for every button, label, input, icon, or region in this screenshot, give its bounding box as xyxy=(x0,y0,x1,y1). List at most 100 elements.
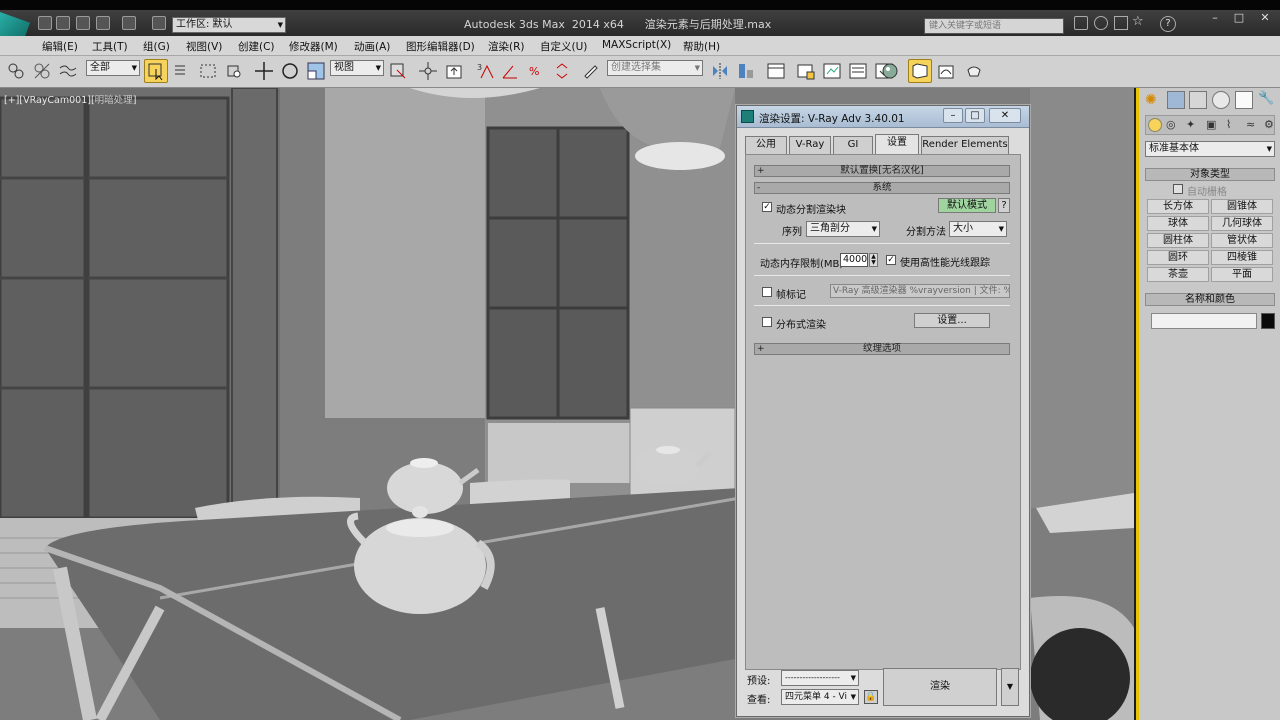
frame-stamp-checkbox[interactable] xyxy=(762,287,772,297)
cylinder-button[interactable]: 圆柱体 xyxy=(1147,233,1209,248)
create-tab-icon[interactable]: ✺ xyxy=(1145,92,1161,108)
viewport-label[interactable]: [+][VRayCam001][明暗处理] xyxy=(4,92,136,106)
menu-edit[interactable]: 编辑(E) xyxy=(42,39,78,54)
save-file-icon[interactable] xyxy=(76,16,90,30)
tab-settings[interactable]: 设置 xyxy=(875,134,919,155)
distributed-render-checkbox[interactable] xyxy=(762,317,772,327)
spinner-snap-icon[interactable] xyxy=(550,59,574,83)
menu-tools[interactable]: 工具(T) xyxy=(92,39,128,54)
rollout-texture-options[interactable]: + 纹理选项 xyxy=(754,343,1010,355)
align-icon[interactable] xyxy=(734,59,758,83)
rect-selection-region-icon[interactable] xyxy=(196,59,220,83)
material-editor-icon[interactable] xyxy=(878,59,902,83)
frame-stamp-input[interactable]: V-Ray 高级渲染器 %vrayversion | 文件: % xyxy=(830,284,1010,298)
preset-select[interactable]: ------------------- xyxy=(781,670,859,686)
rendered-frame-window-icon[interactable] xyxy=(934,59,958,83)
tube-button[interactable]: 管状体 xyxy=(1211,233,1273,248)
viewport-label-camera[interactable]: [+][VRayCam001][ xyxy=(4,95,95,106)
plane-button[interactable]: 平面 xyxy=(1211,267,1273,282)
dialog-title-bar[interactable]: 渲染设置: V-Ray Adv 3.40.01 – □ ✕ xyxy=(737,106,1029,128)
percent-snap-icon[interactable]: % xyxy=(524,59,548,83)
binoculars-icon[interactable] xyxy=(1074,16,1088,30)
new-file-icon[interactable] xyxy=(38,16,52,30)
tab-render-elements[interactable]: Render Elements xyxy=(921,136,1009,154)
move-icon[interactable] xyxy=(252,59,276,83)
help-icon[interactable]: ? xyxy=(1160,16,1176,32)
bind-space-warp-icon[interactable] xyxy=(56,59,80,83)
select-link-icon[interactable] xyxy=(4,59,28,83)
select-by-name-icon[interactable] xyxy=(170,59,194,83)
lock-view-icon[interactable]: 🔒 xyxy=(864,690,878,704)
cameras-icon[interactable]: ▣ xyxy=(1206,118,1220,132)
box-button[interactable]: 长方体 xyxy=(1147,199,1209,214)
sphere-button[interactable]: 球体 xyxy=(1147,216,1209,231)
mirror-icon[interactable] xyxy=(708,59,732,83)
dialog-close-button[interactable]: ✕ xyxy=(989,108,1021,123)
menu-rendering[interactable]: 渲染(R) xyxy=(488,39,525,54)
autogrid-checkbox[interactable] xyxy=(1173,184,1183,194)
systems-icon[interactable]: ⚙ xyxy=(1264,118,1278,132)
dynamic-memory-spinner[interactable]: ▲ ▼ xyxy=(869,253,878,267)
render-production-icon[interactable] xyxy=(962,59,986,83)
menu-customize[interactable]: 自定义(U) xyxy=(540,39,587,54)
scale-icon[interactable] xyxy=(304,59,328,83)
utilities-tab-icon[interactable]: 🔧 xyxy=(1258,91,1276,109)
select-manipulate-icon[interactable] xyxy=(416,59,440,83)
render-mode-dropdown[interactable]: ▼ xyxy=(1001,668,1019,706)
maximize-window-button[interactable]: □ xyxy=(1230,12,1248,24)
window-crossing-icon[interactable] xyxy=(222,59,246,83)
key-icon[interactable] xyxy=(1094,16,1108,30)
rotate-icon[interactable] xyxy=(278,59,302,83)
redo-icon[interactable] xyxy=(122,16,136,30)
object-category-select[interactable]: 标准基本体 xyxy=(1145,141,1275,157)
search-input[interactable]: 键入关键字或短语 xyxy=(924,18,1064,34)
distributed-settings-button[interactable]: 设置... xyxy=(914,313,990,328)
graphite-ribbon-icon[interactable] xyxy=(820,59,844,83)
named-selection-set-input[interactable]: 创建选择集 xyxy=(607,60,703,76)
split-method-select[interactable]: 大小 xyxy=(949,221,1007,237)
menu-views[interactable]: 视图(V) xyxy=(186,39,222,54)
tab-common[interactable]: 公用 xyxy=(745,136,787,154)
default-mode-button[interactable]: 默认模式 xyxy=(938,198,996,213)
angle-snap-icon[interactable] xyxy=(498,59,522,83)
select-object-icon[interactable] xyxy=(144,59,168,83)
dynamic-memory-input[interactable]: 4000 xyxy=(840,253,868,267)
modify-tab-icon[interactable] xyxy=(1167,91,1185,109)
keyboard-shortcut-override-icon[interactable] xyxy=(442,59,466,83)
cone-button[interactable]: 圆锥体 xyxy=(1211,199,1273,214)
menu-graph-editors[interactable]: 图形编辑器(D) xyxy=(406,39,475,54)
motion-tab-icon[interactable] xyxy=(1212,91,1230,109)
object-color-swatch[interactable] xyxy=(1261,313,1275,329)
dialog-minimize-button[interactable]: – xyxy=(943,108,963,123)
menu-help[interactable]: 帮助(H) xyxy=(683,39,720,54)
unlink-icon[interactable] xyxy=(30,59,54,83)
geosphere-button[interactable]: 几何球体 xyxy=(1211,216,1273,231)
undo-icon[interactable] xyxy=(96,16,110,30)
torus-button[interactable]: 圆环 xyxy=(1147,250,1209,265)
dynamic-split-checkbox[interactable]: ✓ xyxy=(762,202,772,212)
display-tab-icon[interactable] xyxy=(1235,91,1253,109)
shapes-icon[interactable]: ◎ xyxy=(1166,118,1180,132)
workspace-select[interactable]: 工作区: 默认 xyxy=(172,17,286,33)
edit-named-sets-icon[interactable] xyxy=(580,59,604,83)
menu-modifiers[interactable]: 修改器(M) xyxy=(289,39,338,54)
sequence-select[interactable]: 三角剖分 xyxy=(806,221,880,237)
menu-maxscript[interactable]: MAXScript(X) xyxy=(602,39,671,51)
render-setup-icon[interactable] xyxy=(908,59,932,83)
menu-group[interactable]: 组(G) xyxy=(143,39,170,54)
reference-coord-select[interactable]: 视图 xyxy=(330,60,384,76)
helpers-icon[interactable]: ⌇ xyxy=(1226,118,1240,132)
selection-filter-select[interactable]: 全部 xyxy=(86,60,140,76)
curve-editor-icon[interactable] xyxy=(846,59,870,83)
dialog-maximize-button[interactable]: □ xyxy=(965,108,985,123)
project-folder-icon[interactable] xyxy=(152,16,166,30)
teapot-button[interactable]: 茶壶 xyxy=(1147,267,1209,282)
render-button[interactable]: 渲染 xyxy=(883,668,997,706)
hierarchy-tab-icon[interactable] xyxy=(1189,91,1207,109)
menu-create[interactable]: 创建(C) xyxy=(238,39,275,54)
minimize-window-button[interactable]: – xyxy=(1206,12,1224,24)
pivot-center-icon[interactable] xyxy=(386,59,410,83)
tab-vray[interactable]: V-Ray xyxy=(789,136,831,154)
pyramid-button[interactable]: 四棱锥 xyxy=(1211,250,1273,265)
scene-explorer-icon[interactable] xyxy=(764,59,788,83)
